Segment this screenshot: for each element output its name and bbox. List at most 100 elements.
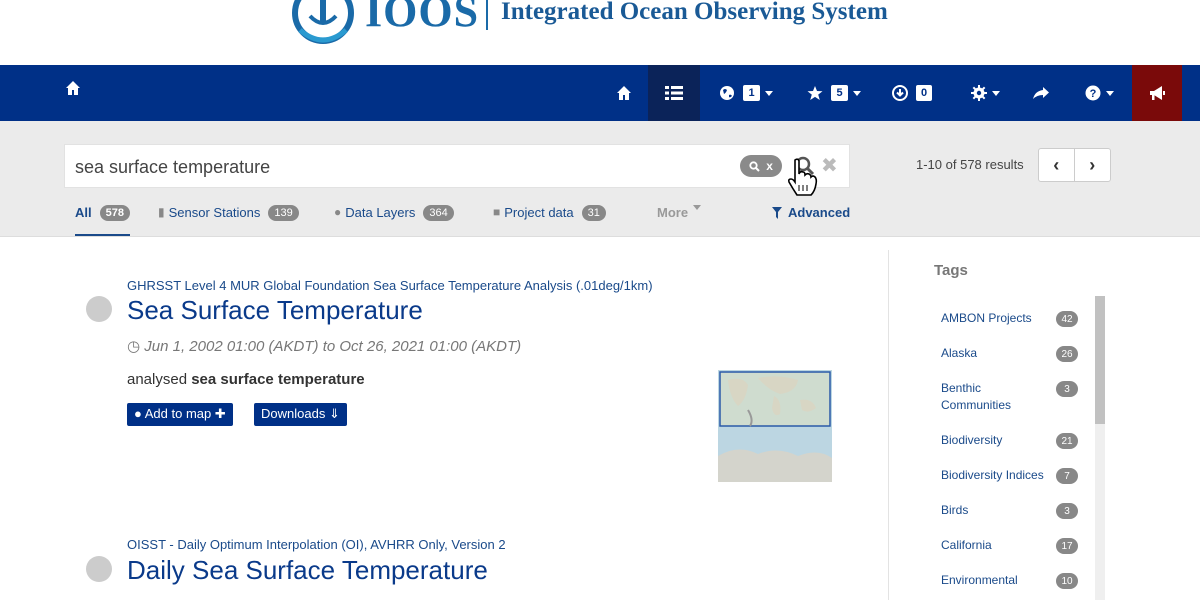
thermometer-icon: ▮ — [158, 205, 165, 219]
hand-pointer-cursor-icon — [787, 158, 818, 196]
nav-help-button[interactable]: ? — [1072, 65, 1126, 121]
nav-list-button[interactable] — [648, 65, 700, 121]
downloads-label: Downloads — [261, 406, 326, 421]
tag-count-badge: 10 — [1056, 573, 1078, 589]
advanced-search-button[interactable]: Advanced — [772, 205, 850, 236]
bullhorn-icon — [1150, 86, 1165, 100]
nav-downloads-button[interactable]: 0 — [882, 65, 942, 121]
map-layers-count-badge: 1 — [743, 85, 760, 101]
tab-sensor-stations[interactable]: ▮ Sensor Stations 139 — [158, 205, 299, 236]
tab-label: More — [657, 205, 689, 220]
tab-count-badge: 578 — [99, 205, 130, 221]
result-title-link[interactable]: Sea Surface Temperature — [127, 295, 423, 326]
result-desc-highlight: sea surface temperature — [191, 371, 365, 388]
tags-heading: Tags — [934, 262, 968, 279]
download-circle-icon — [891, 85, 908, 101]
world-map-thumbnail — [718, 370, 832, 482]
result-subtitle-link[interactable]: OISST - Daily Optimum Interpolation (OI)… — [127, 537, 506, 552]
nav-favorites-button[interactable]: 5 — [796, 65, 872, 121]
globe-icon: ● — [334, 205, 342, 219]
chevron-down-icon — [764, 90, 773, 96]
tab-label: Data Layers — [345, 205, 416, 220]
gear-icon — [970, 85, 987, 101]
tag-count-badge: 21 — [1056, 433, 1078, 449]
tab-label: Project data — [504, 205, 574, 220]
share-icon — [1033, 87, 1049, 99]
svg-text:?: ? — [1089, 88, 1096, 100]
tab-count-badge: 364 — [423, 205, 454, 221]
result-desc-prefix: analysed — [127, 371, 192, 388]
tag-count-badge: 3 — [1056, 503, 1078, 519]
result-date-text: Jun 1, 2002 01:00 (AKDT) to Oct 26, 2021… — [144, 338, 522, 355]
search-input[interactable] — [75, 155, 675, 179]
result-map-thumbnail[interactable] — [718, 370, 832, 482]
star-icon — [807, 86, 823, 100]
globe-icon — [720, 86, 735, 100]
chevron-down-icon — [693, 205, 702, 210]
next-page-button[interactable]: › — [1075, 149, 1111, 181]
search-term-chip[interactable]: x — [740, 155, 782, 177]
globe-icon — [86, 296, 112, 322]
nav-announcements-button[interactable] — [1132, 65, 1182, 121]
tags-scrollbar-thumb[interactable] — [1095, 296, 1105, 424]
question-circle-icon: ? — [1085, 85, 1100, 101]
downloads-count-badge: 0 — [915, 85, 933, 101]
tab-all[interactable]: All 578 — [75, 205, 130, 236]
logo-wordmark: IOOS — [365, 0, 480, 36]
prev-page-button[interactable]: ‹ — [1039, 149, 1075, 181]
tab-count-badge: 31 — [581, 205, 606, 221]
list-icon — [665, 86, 683, 100]
globe-icon: ● — [134, 406, 142, 421]
result-count: 1-10 of 578 results — [916, 157, 1024, 172]
downloads-button[interactable]: Downloads ⇓ — [254, 403, 347, 426]
tag-count-badge: 3 — [1056, 381, 1078, 397]
result-title-link[interactable]: Daily Sea Surface Temperature — [127, 555, 488, 586]
tags-scrollbar[interactable] — [1095, 296, 1105, 600]
tab-label: Sensor Stations — [168, 205, 261, 220]
search-area: x ✖ 1-10 of 578 results ‹ › All 578 ▮ Se… — [0, 121, 1200, 237]
tag-count-badge: 17 — [1056, 538, 1078, 554]
nav-map-layers-button[interactable]: 1 — [706, 65, 786, 121]
tag-count-badge: 26 — [1056, 346, 1078, 362]
search-box: x ✖ — [64, 144, 850, 188]
tab-count-badge: 139 — [268, 205, 299, 221]
ioos-logo-icon — [292, 0, 354, 44]
tag-count-badge: 42 — [1056, 311, 1078, 327]
logo-bar: IOOS Integrated Ocean Observing System — [0, 0, 1200, 65]
favorites-count-badge: 5 — [831, 85, 848, 101]
clear-search-button[interactable]: ✖ — [821, 153, 838, 178]
globe-icon — [86, 556, 112, 582]
tab-label: All — [75, 205, 92, 220]
chevron-down-icon — [1105, 90, 1114, 96]
add-to-map-button[interactable]: ● Add to map ✚ — [127, 403, 233, 426]
tag-count-badge: 7 — [1056, 468, 1078, 484]
sidebar-divider — [888, 250, 889, 600]
tag-link[interactable]: Benthic Communities — [941, 380, 1046, 414]
home-icon — [617, 86, 631, 100]
result-date-range: ◷ Jun 1, 2002 01:00 (AKDT) to Oct 26, 20… — [127, 337, 521, 355]
plus-icon: ✚ — [214, 406, 226, 421]
nav-share-button[interactable] — [1020, 65, 1062, 121]
chevron-down-icon — [852, 90, 861, 96]
result-subtitle-link[interactable]: GHRSST Level 4 MUR Global Foundation Sea… — [127, 278, 653, 293]
tab-project-data[interactable]: ■ Project data 31 — [493, 205, 606, 236]
tab-more-dropdown[interactable]: More — [657, 205, 702, 236]
book-icon: ■ — [493, 205, 501, 219]
result-description: analysed sea surface temperature — [127, 371, 365, 388]
home-icon[interactable] — [64, 79, 82, 97]
filter-icon — [772, 207, 782, 219]
logo-separator — [486, 0, 488, 30]
add-to-map-label: Add to map — [144, 406, 212, 421]
pager: ‹ › — [1038, 148, 1111, 182]
download-circle-icon: ⇓ — [328, 406, 340, 421]
nav-settings-button[interactable] — [960, 65, 1010, 121]
tab-data-layers[interactable]: ● Data Layers 364 — [334, 205, 454, 236]
navbar: 1 5 0 ? — [0, 65, 1200, 121]
search-icon — [749, 160, 760, 172]
tab-label: Advanced — [788, 205, 851, 220]
nav-home-button[interactable] — [600, 65, 648, 121]
chevron-down-icon — [991, 90, 1000, 96]
clock-icon: ◷ — [127, 338, 141, 355]
chip-remove-label: x — [766, 159, 773, 173]
logo-fullname: Integrated Ocean Observing System — [501, 0, 888, 25]
